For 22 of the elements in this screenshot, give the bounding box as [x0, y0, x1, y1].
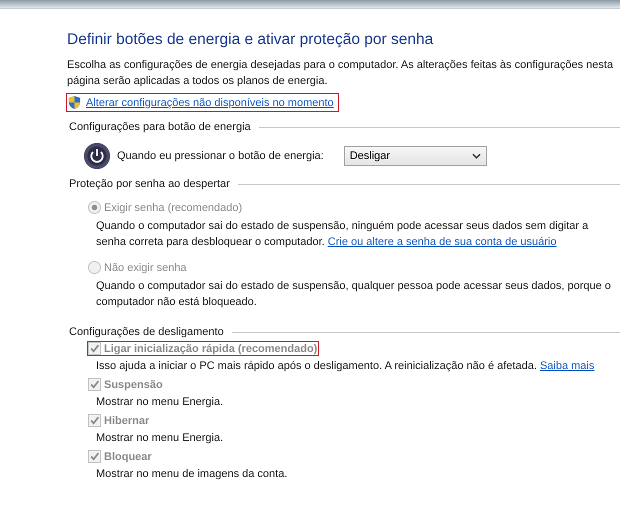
checkbox-label: Bloquear [104, 450, 152, 462]
power-icon [83, 142, 111, 170]
option-description: Mostrar no menu Energia. [96, 431, 224, 446]
checkbox-label: Ligar inicialização rápida (recomendado) [104, 342, 318, 354]
page-title: Definir botões de energia e ativar proteção por senha [67, 31, 434, 49]
option-description: Mostrar no menu Energia. [96, 395, 224, 410]
section-heading: Configurações de desligamento [69, 326, 224, 338]
intro-text: Escolha as configurações de energia desejadas para o computador. As alterações feitas às configurações nesta página serão aplicadas a todos os planos de energia. [67, 58, 614, 89]
section-heading: Proteção por senha ao despertar [69, 178, 230, 190]
power-button-label: Quando eu pressionar o botão de energia: [117, 150, 324, 162]
caret-icon [472, 153, 481, 159]
option-description: Quando o computador sai do estado de suspensão, qualquer pessoa pode acessar seus dados, porque o computador não está bloqueado. [96, 279, 612, 310]
checkbox-label: Hibernar [104, 414, 150, 426]
checkbox-label: Suspensão [104, 378, 163, 390]
option-description: Quando o computador sai do estado de suspensão, ninguém pode acessar seus dados sem digitar a senha correta para desbloquear o computador. Crie ou altere a senha de sua conta de usuário [96, 219, 590, 250]
radio-label: Exigir senha (recomendado) [104, 202, 242, 214]
radio-label: Não exigir senha [104, 262, 187, 274]
power-action-dropdown[interactable]: Desligar [344, 146, 487, 166]
option-description: Isso ajuda a iniciar o PC mais rápido após o desligamento. A reinicialização não é afetada. Saiba mais [96, 359, 596, 374]
option-description: Mostrar no menu de imagens da conta. [96, 467, 288, 482]
section-heading: Configurações para botão de energia [69, 121, 251, 133]
shield-icon [67, 95, 82, 110]
